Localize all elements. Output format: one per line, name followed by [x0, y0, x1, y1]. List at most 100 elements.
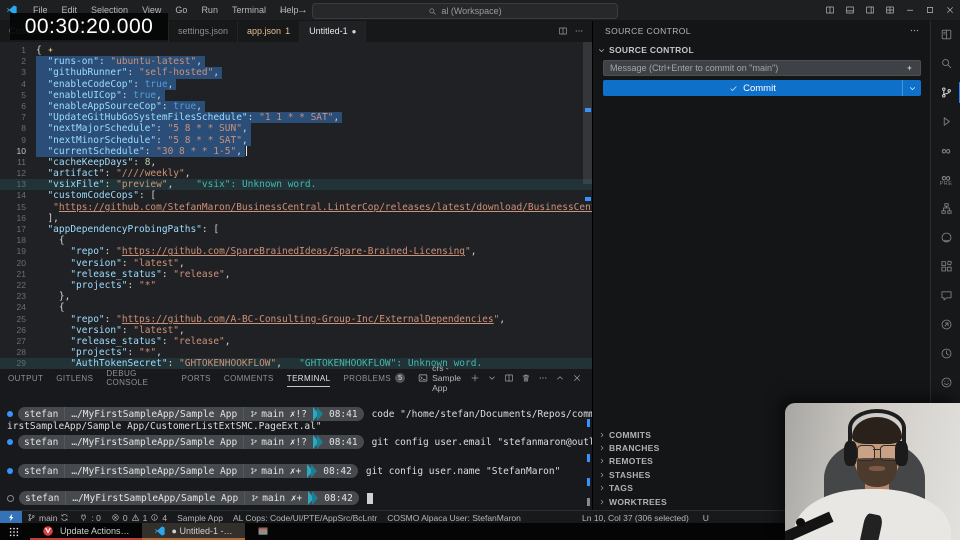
pipelines-icon[interactable]: ∞ — [931, 136, 960, 165]
panel-tab-debug-console[interactable]: DEBUG CONSOLE — [106, 369, 168, 387]
encoding-status[interactable]: U — [703, 513, 709, 523]
split-terminal-icon[interactable] — [504, 373, 514, 383]
editor-scrollbar[interactable] — [583, 42, 592, 368]
cursor-position-status[interactable]: Ln 10, Col 37 (306 selected) — [582, 513, 689, 523]
webcam-person-mouth — [869, 466, 885, 471]
code-token: : — [127, 347, 139, 359]
close-icon[interactable] — [940, 0, 960, 20]
commit-button[interactable]: Commit — [603, 80, 921, 96]
code-line: "appDependencyProbingPaths": [ — [36, 224, 584, 235]
panel-tab-problems[interactable]: PROBLEMS 5 — [343, 369, 406, 387]
tab-untitled-1[interactable]: Untitled-1 ● — [300, 20, 367, 42]
maximize-panel-icon[interactable] — [555, 373, 565, 383]
menu-item-go[interactable]: Go — [168, 5, 194, 15]
more-actions-icon[interactable] — [909, 25, 920, 36]
editor[interactable]: 1 2 3 4 5 6 7 8 9 10 11 12 13 14 15 16 17 18 19 20 21 22 23 24 2… — [0, 42, 592, 368]
maximize-icon[interactable] — [920, 0, 940, 20]
forward-icon[interactable]: → — [297, 4, 308, 16]
search-icon[interactable] — [931, 49, 960, 78]
prompt-arrow — [307, 464, 318, 478]
branch-icon — [250, 438, 258, 446]
panel-tab-label: TERMINAL — [286, 373, 331, 383]
command-decoration-dot[interactable] — [7, 494, 14, 502]
taskbar-window-files[interactable] — [245, 523, 281, 540]
code-line: { — [36, 45, 584, 56]
code-token: , — [236, 145, 242, 157]
pipelines-pre-icon[interactable]: ∞ PRE — [931, 165, 960, 194]
tab-settings-json[interactable]: settings.json — [169, 20, 239, 42]
command-center[interactable]: al (Workspace) — [312, 3, 618, 19]
more-actions-icon[interactable] — [574, 26, 584, 36]
app-launcher-icon[interactable] — [8, 526, 20, 538]
command-decoration-dot[interactable] — [7, 468, 13, 474]
panel-tab-output[interactable]: OUTPUT — [8, 369, 43, 387]
minimize-icon[interactable] — [900, 0, 920, 20]
close-panel-icon[interactable] — [572, 373, 582, 383]
prompt-arrow — [308, 491, 319, 505]
code-line: "githubRunner": "self-hosted", — [36, 67, 584, 79]
code-token: , — [213, 67, 220, 79]
info-icon — [150, 513, 159, 522]
gitlens-icon[interactable] — [931, 310, 960, 339]
run-debug-icon[interactable] — [931, 107, 960, 136]
command-decoration-dot[interactable] — [7, 439, 13, 445]
sparkle-icon[interactable] — [905, 64, 914, 73]
layout-split-icon[interactable] — [820, 0, 840, 20]
panel-tab-ports[interactable]: PORTS — [181, 369, 210, 387]
code-line-content: "customCodeCops": [ — [36, 190, 156, 201]
code-token: , — [167, 78, 174, 90]
code-line-content: "enableAppSourceCop": true, — [36, 100, 205, 113]
menu-item-terminal[interactable]: Terminal — [225, 5, 273, 15]
terminal[interactable]: stefan …/MyFirstSampleApp/Sample App main … — [0, 387, 646, 511]
menu-item-run[interactable]: Run — [194, 5, 225, 15]
terminal-dropdown-icon[interactable] — [487, 373, 497, 383]
code-line-content: "artifact": "////weekly", — [36, 168, 190, 179]
code-token: { — [36, 45, 42, 56]
back-icon[interactable]: ← — [278, 4, 289, 16]
reader-icon[interactable] — [931, 20, 960, 49]
panel-tab-terminal[interactable]: TERMINAL — [287, 369, 331, 387]
layout-sidebar-icon[interactable] — [860, 0, 880, 20]
code-action-sparkle-icon[interactable] — [46, 46, 55, 55]
problems-count-badge: 5 — [395, 373, 406, 383]
split-editor-icon[interactable] — [558, 26, 568, 36]
history-icon[interactable] — [931, 339, 960, 368]
more-actions-icon[interactable] — [538, 373, 548, 383]
code-token: "30 8 * * 1-5" — [156, 145, 237, 157]
scrollbar-thumb[interactable] — [583, 42, 592, 184]
code-token: "AuthTokenSecret" — [70, 358, 168, 368]
taskbar-window--untitled-1-[interactable]: ● Untitled-1 -… — [141, 523, 245, 540]
feedback-icon[interactable] — [931, 368, 960, 397]
line-number: 6 — [21, 100, 26, 111]
panel-tab-gitlens[interactable]: GITLENS — [56, 369, 93, 387]
layout-panel-icon[interactable] — [840, 0, 860, 20]
panel-tab-comments[interactable]: COMMENTS — [224, 369, 274, 387]
prompt-user: stefan — [25, 492, 60, 504]
code-token: , — [224, 335, 231, 347]
symbols-icon[interactable] — [931, 194, 960, 223]
layout-customize-icon[interactable] — [880, 0, 900, 20]
infinity-glyph: ∞ — [941, 142, 951, 158]
source-control-section-header[interactable]: SOURCE CONTROL — [597, 45, 694, 55]
comments-icon[interactable] — [931, 281, 960, 310]
code-token: "release_status" — [70, 268, 162, 280]
code-token: : [ — [138, 190, 157, 202]
prompt-pill: stefan …/MyFirstSampleApp/Sample App main … — [19, 491, 359, 505]
code-token: "////weekly" — [116, 168, 185, 180]
github-icon[interactable] — [931, 223, 960, 252]
check-icon — [729, 84, 738, 93]
code-token: "release" — [173, 268, 225, 280]
new-terminal-icon[interactable] — [470, 373, 480, 383]
source-control-icon[interactable] — [931, 78, 960, 107]
commit-message-input[interactable]: Message (Ctrl+Enter to commit on "main") — [603, 60, 921, 76]
command-decoration-dot[interactable] — [7, 411, 13, 417]
commit-dropdown-icon[interactable] — [902, 80, 921, 96]
tab-app-json[interactable]: app.json 1 — [238, 20, 301, 42]
extensions-icon[interactable] — [931, 252, 960, 281]
taskbar-window-update-actions-[interactable]: Update Actions… — [30, 523, 142, 540]
prompt-arrow — [312, 407, 323, 421]
prompt-pill: stefan …/MyFirstSampleApp/Sample App main … — [18, 407, 364, 421]
kill-terminal-icon[interactable] — [521, 373, 531, 383]
